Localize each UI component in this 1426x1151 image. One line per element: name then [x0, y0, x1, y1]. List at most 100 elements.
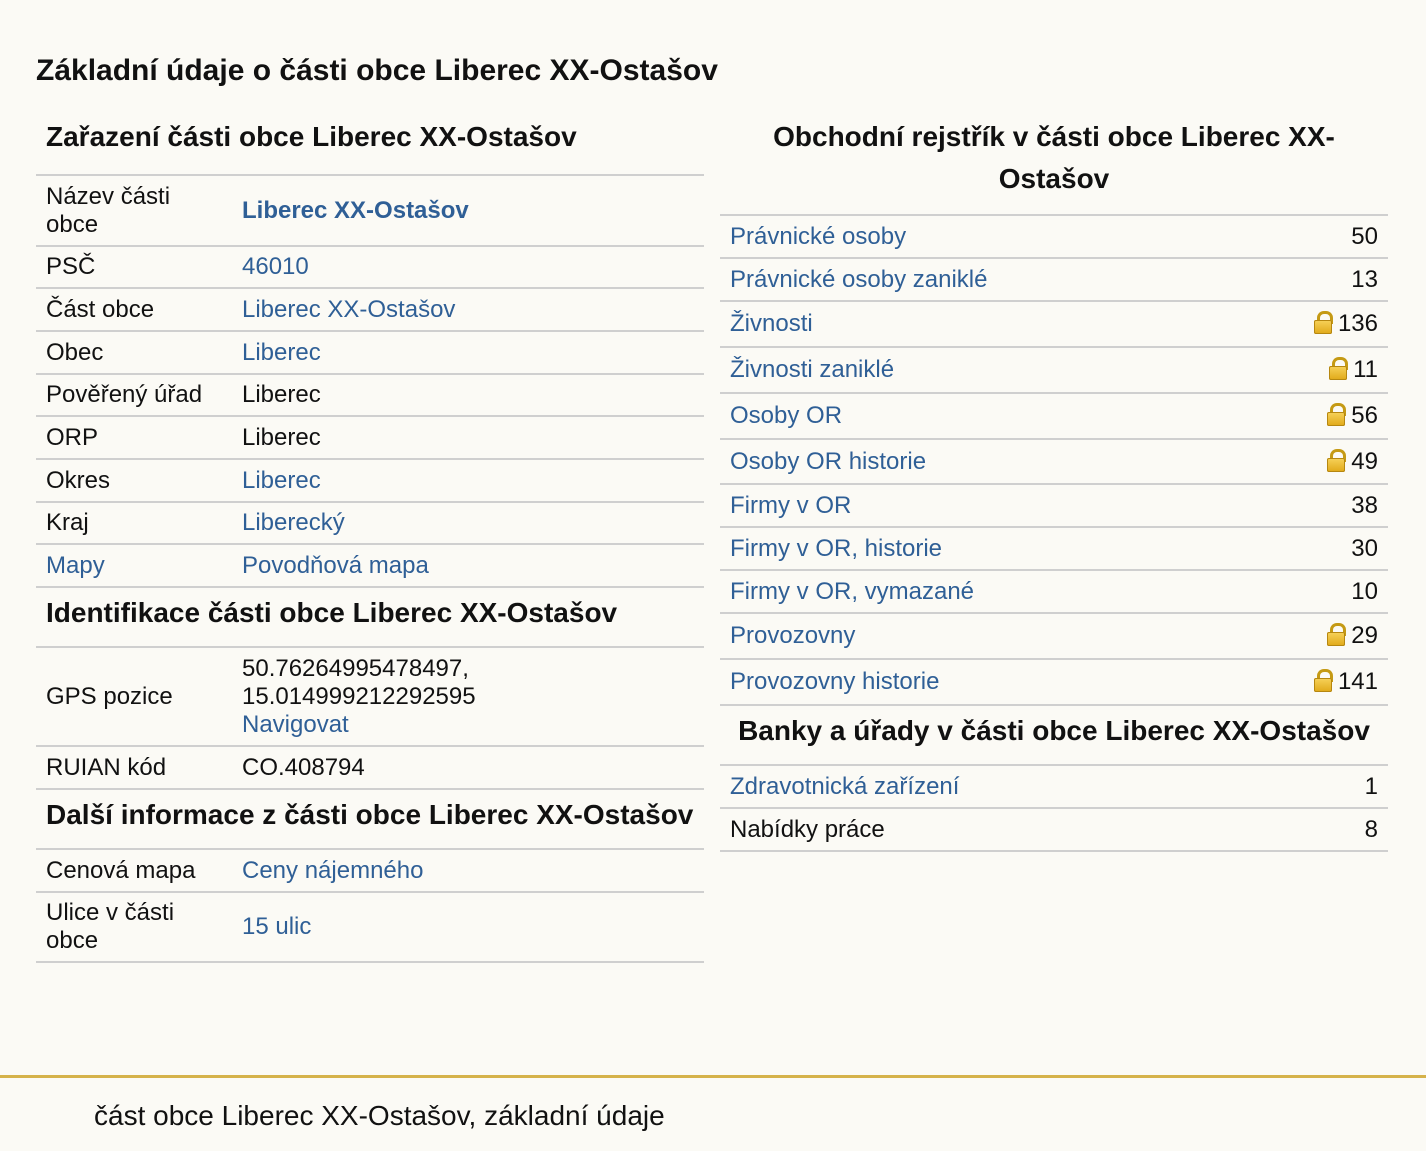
lock-icon: [1327, 448, 1347, 472]
table-row: Osoby OR 56: [720, 393, 1388, 440]
rejstrik-link[interactable]: Živnosti: [730, 310, 813, 337]
table-row: Název části obce Liberec XX-Ostašov: [36, 176, 704, 247]
rejstrik-table: Právnické osoby 50 Právnické osoby zanik…: [720, 216, 1388, 706]
table-row: Firmy v OR, vymazané 10: [720, 570, 1388, 614]
row-label: PSČ: [36, 246, 232, 289]
banky-heading: Banky a úřady v části obce Liberec XX-Os…: [720, 706, 1388, 766]
cast-obce-link[interactable]: Liberec XX-Ostašov: [242, 296, 455, 323]
table-row: Provozovny 29: [720, 613, 1388, 660]
rejstrik-link[interactable]: Živnosti zaniklé: [730, 356, 894, 383]
table-row: Ulice v části obce 15 ulic: [36, 892, 704, 963]
table-row: RUIAN kód CO.408794: [36, 746, 704, 790]
row-count: 8: [1309, 808, 1388, 852]
povodnova-mapa-link[interactable]: Povodňová mapa: [242, 552, 429, 579]
row-label: Pověřený úřad: [36, 374, 232, 417]
rejstrik-link[interactable]: Firmy v OR, vymazané: [730, 578, 974, 605]
row-value: Liberec: [232, 416, 704, 460]
row-count: 1: [1309, 766, 1388, 809]
rejstrik-link[interactable]: Právnické osoby zaniklé: [730, 266, 987, 293]
table-row: Část obce Liberec XX-Ostašov: [36, 288, 704, 332]
row-count: 10: [1232, 570, 1388, 614]
mapy-link[interactable]: Mapy: [46, 552, 105, 579]
kraj-link[interactable]: Liberecký: [242, 509, 345, 536]
rejstrik-link[interactable]: Osoby OR: [730, 402, 842, 429]
table-row: Pověřený úřad Liberec: [36, 374, 704, 417]
rejstrik-link[interactable]: Firmy v OR, historie: [730, 535, 942, 562]
row-count: 11: [1353, 356, 1378, 383]
row-label: Cenová mapa: [36, 850, 232, 893]
row-count: 13: [1232, 258, 1388, 302]
row-label: Kraj: [36, 502, 232, 545]
footer-text: část obce Liberec XX-Ostašov, základní ú…: [94, 1100, 665, 1131]
ulice-link[interactable]: 15 ulic: [242, 913, 311, 940]
row-label: Okres: [36, 459, 232, 503]
zdravotnicka-zarizeni-link[interactable]: Zdravotnická zařízení: [730, 773, 959, 800]
table-row: Okres Liberec: [36, 459, 704, 503]
navigate-link[interactable]: Navigovat: [242, 711, 349, 738]
dalsi-heading: Další informace z části obce Liberec XX-…: [36, 790, 704, 850]
table-row: Firmy v OR 38: [720, 484, 1388, 528]
rejstrik-link[interactable]: Osoby OR historie: [730, 448, 926, 475]
row-label: Nabídky práce: [720, 808, 1310, 852]
table-row: Zdravotnická zařízení 1: [720, 766, 1388, 809]
lock-icon: [1327, 403, 1347, 426]
row-label: Ulice v části obce: [36, 892, 232, 963]
table-row: Právnické osoby 50: [720, 216, 1388, 259]
page-title: Základní údaje o části obce Liberec XX-O…: [36, 54, 718, 87]
ceny-najemneho-link[interactable]: Ceny nájemného: [242, 857, 423, 884]
lock-icon: [1327, 623, 1347, 646]
rejstrik-link[interactable]: Firmy v OR: [730, 492, 851, 519]
rejstrik-link[interactable]: Provozovny: [730, 622, 855, 649]
obec-link[interactable]: Liberec: [242, 339, 321, 366]
table-row: ORP Liberec: [36, 416, 704, 460]
rejstrik-link[interactable]: Provozovny historie: [730, 668, 939, 695]
zarazeni-heading: Zařazení části obce Liberec XX-Ostašov: [36, 110, 704, 176]
banky-table: Zdravotnická zařízení 1 Nabídky práce 8: [720, 766, 1388, 852]
gps-latitude: 50.76264995478497,: [242, 654, 469, 682]
table-row: GPS pozice 50.76264995478497, 15.0149992…: [36, 648, 704, 747]
left-column: Zařazení části obce Liberec XX-Ostašov N…: [36, 110, 704, 963]
row-label: Část obce: [36, 288, 232, 332]
ruian-value: CO.408794: [232, 746, 704, 790]
row-label: Název části obce: [36, 176, 232, 247]
zarazeni-table: Název části obce Liberec XX-Ostašov PSČ …: [36, 176, 704, 588]
row-count: 49: [1351, 447, 1378, 475]
row-count: 136: [1337, 310, 1378, 337]
rejstrik-heading: Obchodní rejstřík v části obce Liberec X…: [720, 110, 1388, 216]
identifikace-table: GPS pozice 50.76264995478497, 15.0149992…: [36, 648, 704, 790]
identifikace-heading: Identifikace části obce Liberec XX-Ostaš…: [36, 588, 704, 648]
row-count: 141: [1337, 668, 1378, 695]
table-row: Firmy v OR, historie 30: [720, 527, 1388, 571]
rejstrik-link[interactable]: Právnické osoby: [730, 223, 906, 250]
table-row: Obec Liberec: [36, 331, 704, 375]
row-count: 56: [1351, 402, 1378, 429]
right-column: Obchodní rejstřík v části obce Liberec X…: [720, 110, 1388, 852]
row-label: Obec: [36, 331, 232, 375]
table-row: Živnosti 136: [720, 301, 1388, 348]
table-row: Osoby OR historie 49: [720, 439, 1388, 485]
lock-icon: [1313, 669, 1333, 692]
lock-icon: [1313, 311, 1333, 334]
table-row: Živnosti zaniklé 11: [720, 347, 1388, 394]
table-row: Provozovny historie 141: [720, 659, 1388, 706]
table-row: Právnické osoby zaniklé 13: [720, 258, 1388, 302]
nazev-link[interactable]: Liberec XX-Ostašov: [242, 197, 469, 224]
row-label: ORP: [36, 416, 232, 460]
footer: část obce Liberec XX-Ostašov, základní ú…: [0, 1075, 1426, 1151]
row-count: 50: [1232, 216, 1388, 259]
table-row: PSČ 46010: [36, 246, 704, 289]
row-count: 30: [1232, 527, 1388, 571]
psc-link[interactable]: 46010: [242, 253, 309, 280]
row-label: GPS pozice: [36, 648, 232, 747]
table-row: Kraj Liberecký: [36, 502, 704, 545]
gps-longitude: 15.014999212292595: [242, 682, 476, 710]
table-row: Cenová mapa Ceny nájemného: [36, 850, 704, 893]
row-count: 38: [1232, 484, 1388, 528]
row-count: 29: [1351, 622, 1378, 649]
lock-icon: [1329, 357, 1349, 380]
dalsi-table: Cenová mapa Ceny nájemného Ulice v části…: [36, 850, 704, 963]
row-label: RUIAN kód: [36, 746, 232, 790]
okres-link[interactable]: Liberec: [242, 467, 321, 494]
table-row: Mapy Povodňová mapa: [36, 544, 704, 588]
table-row: Nabídky práce 8: [720, 808, 1388, 852]
